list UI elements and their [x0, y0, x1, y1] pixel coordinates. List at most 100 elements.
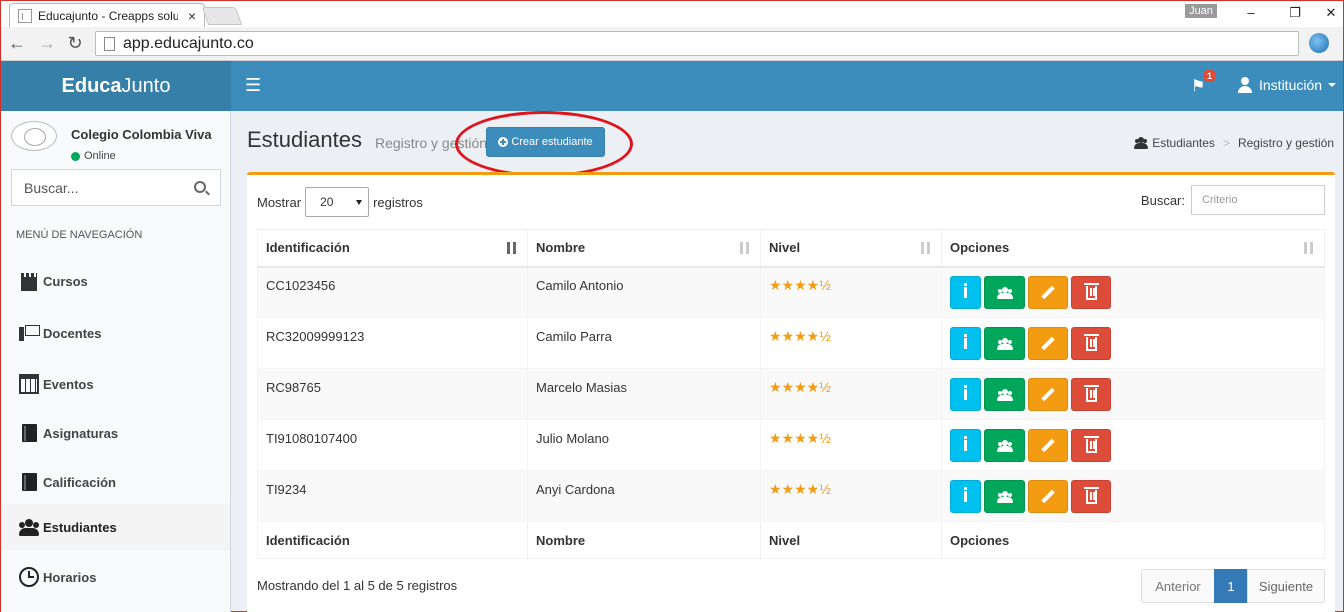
sort-icon: [919, 241, 933, 255]
table-info: Mostrando del 1 al 5 de 5 registros: [257, 578, 458, 593]
nav-header: MENÚ DE NAVEGACIÓN: [16, 229, 143, 241]
cell-nombre: Anyi Cardona: [527, 470, 761, 522]
footer-identificacion: Identificación: [257, 521, 528, 559]
breadcrumb-separator: >: [1222, 136, 1230, 150]
pencil-icon: [1041, 285, 1055, 299]
delete-button[interactable]: [1071, 479, 1111, 513]
sidebar-item-cursos[interactable]: Cursos: [1, 258, 230, 304]
edit-button[interactable]: [1028, 377, 1068, 411]
users-icon: [997, 388, 1013, 401]
page-icon: [104, 36, 115, 51]
column-header-identificacion[interactable]: Identificación: [257, 229, 528, 268]
page-title: Estudiantes: [247, 127, 362, 152]
sidebar-item-estudiantes[interactable]: Estudiantes: [1, 504, 230, 550]
edit-button[interactable]: [1028, 326, 1068, 360]
table-row: RC98765 Marcelo Masias ★★★★½: [257, 368, 1325, 420]
pagination: Anterior 1 Siguiente: [1141, 569, 1325, 603]
sidebar-item-asignaturas[interactable]: Asignaturas: [1, 410, 230, 456]
delete-button[interactable]: [1071, 377, 1111, 411]
sidebar-item-calificacion[interactable]: Calificación: [1, 459, 230, 505]
search-icon[interactable]: [194, 181, 206, 193]
users-icon: [997, 286, 1013, 299]
school-name: Colegio Colombia Viva: [71, 127, 212, 142]
edit-button[interactable]: [1028, 479, 1068, 513]
table-row: TI91080107400 Julio Molano ★★★★½: [257, 419, 1325, 471]
cell-identificacion: RC32009999123: [257, 317, 528, 369]
sidebar-item-eventos[interactable]: Eventos: [1, 361, 230, 407]
castle-icon: [19, 271, 39, 291]
address-bar[interactable]: app.educajunto.co: [95, 31, 1299, 56]
column-header-opciones[interactable]: Opciones: [941, 229, 1325, 268]
pagination-previous[interactable]: Anterior: [1141, 569, 1215, 603]
info-button[interactable]: [950, 326, 981, 360]
sort-icon: [738, 241, 752, 255]
cell-identificacion: RC98765: [257, 368, 528, 420]
caret-down-icon: [356, 199, 363, 205]
group-button[interactable]: [984, 428, 1025, 462]
reload-icon[interactable]: ↻: [65, 33, 85, 54]
info-button[interactable]: [950, 275, 981, 309]
trash-icon: [1084, 486, 1099, 504]
sidebar-item-docentes[interactable]: Docentes: [1, 310, 230, 356]
restore-icon[interactable]: ❐: [1285, 5, 1305, 21]
back-icon[interactable]: ←: [7, 33, 27, 54]
book-icon: [19, 423, 39, 443]
delete-button[interactable]: [1071, 428, 1111, 462]
minimize-icon[interactable]: –: [1241, 5, 1261, 20]
level-stars: ★★★★½: [760, 470, 942, 522]
delete-button[interactable]: [1071, 326, 1111, 360]
cell-identificacion: CC1023456: [257, 266, 528, 318]
sidebar-item-horarios[interactable]: Horarios: [1, 554, 230, 600]
cell-identificacion: TI9234: [257, 470, 528, 522]
group-button[interactable]: [984, 275, 1025, 309]
new-tab-button[interactable]: [201, 7, 243, 25]
page-icon: [18, 8, 32, 23]
pagination-page-1[interactable]: 1: [1214, 569, 1248, 603]
column-header-nombre[interactable]: Nombre: [527, 229, 761, 268]
info-icon: [964, 486, 967, 502]
window-close-icon[interactable]: ✕: [1321, 5, 1341, 21]
row-actions: [950, 479, 1316, 513]
browser-user-chip[interactable]: Juan: [1185, 4, 1217, 18]
app-logo[interactable]: EducaJunto: [1, 61, 231, 111]
user-label: Institución: [1259, 77, 1323, 93]
globe-extension-icon[interactable]: [1309, 33, 1329, 53]
info-icon: [964, 333, 967, 349]
students-box: Mostrar 20 registros Buscar: Identificac…: [247, 172, 1335, 612]
sort-icon: [1302, 241, 1316, 255]
users-icon: [997, 439, 1013, 452]
pagination-next[interactable]: Siguiente: [1247, 569, 1325, 603]
group-button[interactable]: [984, 326, 1025, 360]
edit-button[interactable]: [1028, 428, 1068, 462]
group-button[interactable]: [984, 377, 1025, 411]
page-subtitle: Registro y gestión: [375, 135, 488, 151]
browser-toolbar: ← → ↻ app.educajunto.co: [1, 27, 1343, 61]
group-button[interactable]: [984, 479, 1025, 513]
teacher-icon: [19, 323, 40, 343]
trash-icon: [1084, 333, 1099, 351]
forward-icon[interactable]: →: [37, 33, 57, 54]
pencil-icon: [1041, 438, 1055, 452]
info-button[interactable]: [950, 377, 981, 411]
sidebar-search-input[interactable]: [24, 179, 184, 196]
edit-button[interactable]: [1028, 275, 1068, 309]
table-search-input[interactable]: [1191, 185, 1325, 215]
calendar-icon: [19, 374, 39, 394]
breadcrumb-root[interactable]: Estudiantes: [1152, 136, 1215, 150]
page-length-select[interactable]: 20: [305, 187, 370, 217]
menu-toggle-icon[interactable]: ☰: [245, 75, 261, 96]
app-header: EducaJunto ☰ ⚑ 1 Institución: [1, 61, 1343, 111]
info-button[interactable]: [950, 428, 981, 462]
table-filter: Buscar:: [1141, 185, 1325, 215]
url-text[interactable]: app.educajunto.co: [123, 35, 254, 53]
user-menu[interactable]: Institución: [1237, 77, 1337, 93]
breadcrumb: Estudiantes > Registro y gestión: [1134, 136, 1334, 150]
cell-identificacion: TI91080107400: [257, 419, 528, 471]
tab-close-icon[interactable]: ×: [188, 8, 196, 24]
create-student-button[interactable]: Crear estudiante: [486, 127, 605, 157]
info-button[interactable]: [950, 479, 981, 513]
browser-tab[interactable]: Educajunto - Creapps solu ×: [9, 3, 205, 27]
column-header-nivel[interactable]: Nivel: [760, 229, 942, 268]
level-stars: ★★★★½: [760, 266, 942, 318]
delete-button[interactable]: [1071, 275, 1111, 309]
